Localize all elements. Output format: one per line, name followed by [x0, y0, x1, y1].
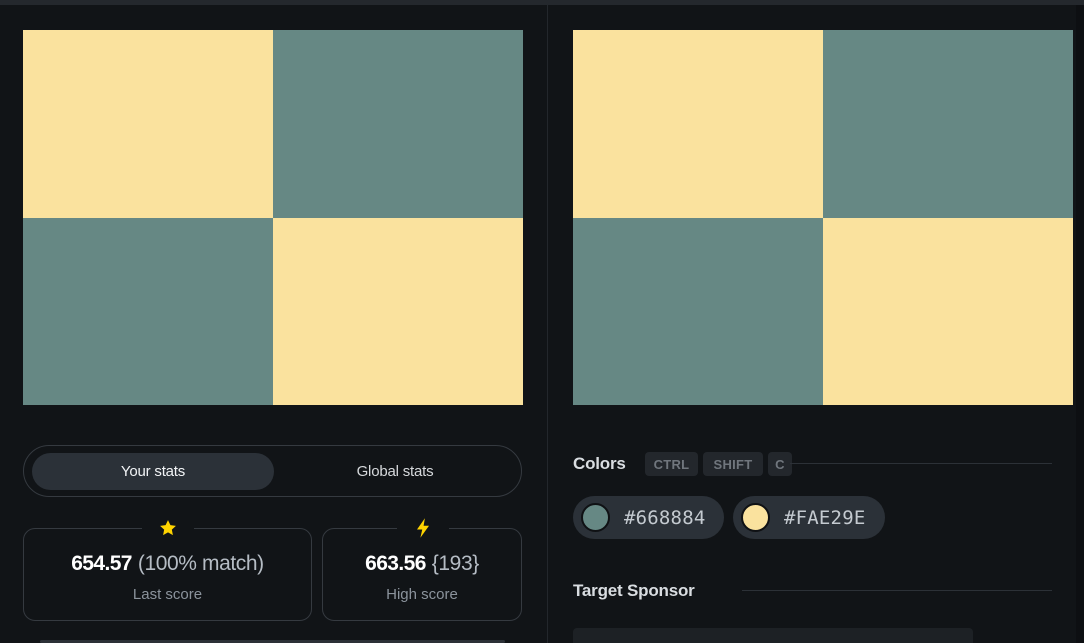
tab-global-stats[interactable]: Global stats [274, 453, 516, 490]
high-score-line: 663.56 {193} [323, 552, 521, 576]
target-cell-top-right [823, 30, 1073, 218]
target-cell-bottom-right [823, 217, 1073, 405]
scrollbar[interactable] [1076, 5, 1084, 643]
shortcut-key-shift: SHIFT [703, 452, 763, 476]
last-score-match: (100% match) [137, 552, 264, 575]
color-swatch [741, 503, 770, 532]
top-bar [0, 0, 1084, 5]
canvas-cell-top-right [273, 30, 523, 218]
high-score-card: 663.56 {193} High score [322, 514, 522, 621]
bolt-icon [417, 518, 429, 538]
last-score-card: 654.57 (100% match) Last score [23, 514, 312, 621]
target-sponsor-title: Target Sponsor [573, 581, 695, 600]
canvas-cell-bottom-right [273, 217, 523, 405]
star-icon [160, 520, 176, 536]
high-score-caption: High score [386, 586, 458, 603]
color-chip-yellow[interactable]: #FAE29E [733, 496, 885, 539]
sponsor-divider [742, 590, 1052, 591]
player-canvas[interactable] [23, 30, 523, 405]
stats-toggle: Your stats Global stats [23, 445, 522, 497]
shortcut-key-ctrl: CTRL [645, 452, 698, 476]
target-canvas [573, 30, 1073, 405]
target-cell-bottom-left [573, 217, 823, 405]
colors-title: Colors [573, 454, 626, 473]
canvas-cell-top-left [23, 30, 273, 218]
panel-divider [547, 5, 548, 643]
last-score-badge [142, 514, 194, 542]
color-hex-label: #668884 [624, 506, 706, 529]
colors-divider [790, 463, 1052, 464]
last-score-value: 654.57 [71, 552, 132, 575]
high-score-badge [397, 514, 449, 542]
target-cell-top-left [573, 30, 823, 218]
shortcut-key-c: C [768, 452, 792, 476]
last-score-caption: Last score [132, 586, 203, 603]
color-chip-teal[interactable]: #668884 [573, 496, 724, 539]
high-score-attempts: {193} [431, 552, 479, 575]
color-swatch [581, 503, 610, 532]
tab-your-stats[interactable]: Your stats [32, 453, 274, 490]
color-hex-label: #FAE29E [784, 506, 866, 529]
last-score-line: 654.57 (100% match) [24, 552, 311, 576]
canvas-cell-bottom-left [23, 217, 273, 405]
high-score-value: 663.56 [365, 552, 426, 575]
sponsor-box[interactable] [573, 628, 973, 643]
